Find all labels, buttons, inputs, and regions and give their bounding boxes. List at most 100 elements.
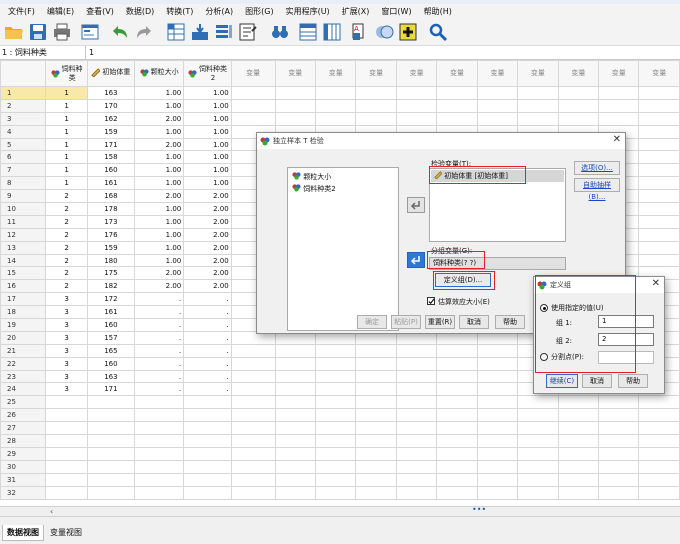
empty-cell[interactable]	[395, 485, 438, 500]
empty-cell[interactable]	[638, 176, 680, 191]
data-cell[interactable]	[183, 408, 232, 423]
data-cell[interactable]: .	[134, 343, 185, 358]
empty-cell[interactable]	[436, 369, 478, 384]
scroll-left-arrow-icon[interactable]: ‹	[50, 507, 53, 516]
empty-cell[interactable]	[517, 86, 559, 100]
data-cell[interactable]: 2.00	[183, 240, 232, 255]
empty-cell[interactable]	[314, 98, 357, 113]
empty-cell[interactable]	[314, 408, 357, 423]
empty-cell[interactable]	[476, 434, 519, 448]
search-icon[interactable]	[428, 22, 448, 42]
column-header[interactable]: 颗粒大小	[134, 60, 185, 87]
source-variable-list[interactable]: 颗粒大小 饲料种类2	[287, 167, 399, 331]
data-cell[interactable]: 1.00	[134, 214, 185, 229]
data-cell[interactable]	[45, 459, 88, 474]
empty-cell[interactable]	[598, 421, 640, 436]
data-cell[interactable]: 2.00	[183, 202, 232, 216]
data-cell[interactable]	[86, 485, 136, 500]
data-cell[interactable]: 180	[86, 253, 136, 268]
insert-cases-icon[interactable]	[298, 22, 318, 42]
data-cell[interactable]: 171	[86, 382, 136, 397]
empty-cell[interactable]	[355, 485, 397, 500]
tab-variable-view[interactable]: 变量视图	[46, 525, 86, 541]
data-cell[interactable]: 1	[45, 124, 88, 139]
empty-cell[interactable]	[476, 395, 519, 410]
empty-cell[interactable]	[355, 421, 397, 436]
empty-cell[interactable]	[395, 434, 438, 448]
empty-cell[interactable]	[274, 111, 316, 126]
group2-input[interactable]: 2	[598, 333, 654, 346]
empty-cell[interactable]	[314, 446, 357, 461]
empty-cell[interactable]	[395, 408, 438, 423]
data-cell[interactable]: 160	[86, 318, 136, 332]
empty-cell[interactable]	[517, 111, 559, 126]
empty-cell[interactable]	[274, 459, 316, 474]
data-cell[interactable]: 2.00	[134, 189, 185, 204]
empty-cell[interactable]	[274, 408, 316, 423]
empty-variable-header[interactable]: 变量	[355, 60, 397, 87]
data-cell[interactable]	[134, 459, 185, 474]
print-icon[interactable]	[52, 22, 72, 42]
empty-cell[interactable]	[517, 434, 559, 448]
empty-cell[interactable]	[395, 98, 438, 113]
define-groups-button[interactable]: 定义组(D)...	[435, 273, 491, 287]
empty-cell[interactable]	[355, 86, 397, 100]
row-number[interactable]: 18	[0, 305, 47, 320]
empty-cell[interactable]	[638, 395, 680, 410]
empty-cell[interactable]	[230, 459, 276, 474]
data-cell[interactable]: 2	[45, 240, 88, 255]
data-cell[interactable]: 2	[45, 189, 88, 204]
empty-cell[interactable]	[230, 382, 276, 397]
row-number[interactable]: 30	[0, 459, 47, 474]
empty-cell[interactable]	[638, 485, 680, 500]
empty-cell[interactable]	[395, 472, 438, 487]
empty-cell[interactable]	[638, 202, 680, 216]
empty-cell[interactable]	[230, 446, 276, 461]
data-cell[interactable]: .	[134, 292, 185, 307]
data-cell[interactable]: 1.00	[183, 111, 232, 126]
empty-cell[interactable]	[355, 446, 397, 461]
empty-cell[interactable]	[476, 408, 519, 423]
row-number[interactable]: 15	[0, 266, 47, 281]
data-cell[interactable]: 3	[45, 318, 88, 332]
row-number[interactable]: 23	[0, 369, 47, 384]
continue-button[interactable]: 继续(C)	[546, 374, 578, 388]
data-cell[interactable]: 3	[45, 330, 88, 345]
row-number[interactable]: 28	[0, 434, 47, 448]
data-cell[interactable]	[183, 395, 232, 410]
data-cell[interactable]: 1.00	[134, 98, 185, 113]
empty-cell[interactable]	[638, 98, 680, 113]
menu-help[interactable]: 帮助(H)	[418, 6, 458, 17]
data-cell[interactable]: 162	[86, 111, 136, 126]
empty-cell[interactable]	[436, 421, 478, 436]
empty-cell[interactable]	[274, 421, 316, 436]
empty-cell[interactable]	[395, 382, 438, 397]
cell-value-field[interactable]: 1	[85, 46, 680, 59]
data-cell[interactable]: 2.00	[183, 253, 232, 268]
empty-cell[interactable]	[517, 472, 559, 487]
column-header[interactable]: 饲料种类 2	[183, 60, 232, 87]
data-cell[interactable]: 2	[45, 279, 88, 294]
data-cell[interactable]: 160	[86, 163, 136, 178]
empty-variable-header[interactable]: 变量	[314, 60, 357, 87]
menu-file[interactable]: 文件(F)	[2, 6, 41, 17]
empty-cell[interactable]	[230, 434, 276, 448]
empty-cell[interactable]	[314, 382, 357, 397]
empty-cell[interactable]	[517, 408, 559, 423]
data-cell[interactable]: 2	[45, 266, 88, 281]
data-cell[interactable]: 3	[45, 369, 88, 384]
empty-variable-header[interactable]: 变量	[230, 60, 276, 87]
empty-cell[interactable]	[557, 446, 600, 461]
test-var-item[interactable]: 初始体重 [初始体重]	[431, 170, 564, 182]
data-cell[interactable]: .	[134, 382, 185, 397]
row-number[interactable]: 4	[0, 124, 47, 139]
data-cell[interactable]: 160	[86, 356, 136, 371]
empty-cell[interactable]	[355, 408, 397, 423]
row-number[interactable]: 12	[0, 227, 47, 242]
row-number[interactable]: 29	[0, 446, 47, 461]
cancel-button[interactable]: 取消	[582, 374, 612, 388]
data-cell[interactable]: 175	[86, 266, 136, 281]
empty-cell[interactable]	[638, 421, 680, 436]
data-cell[interactable]: 2.00	[134, 266, 185, 281]
empty-cell[interactable]	[436, 98, 478, 113]
